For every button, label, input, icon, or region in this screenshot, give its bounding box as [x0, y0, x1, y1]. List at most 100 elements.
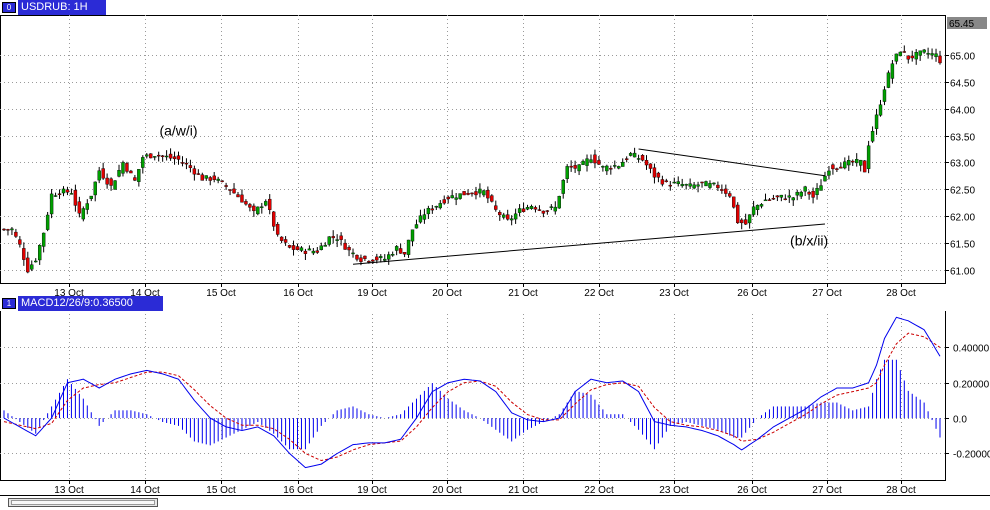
last-price-label: 65.45 — [949, 19, 974, 30]
candle-body — [609, 168, 613, 170]
candle-body — [383, 258, 387, 261]
candle-body — [910, 55, 914, 59]
candle-body — [398, 248, 403, 254]
candle-body — [819, 185, 823, 191]
y-tick-label: 64.00 — [950, 106, 975, 117]
candle-body — [767, 199, 772, 201]
x-tick-label: 28 Oct — [886, 485, 916, 496]
candle-body — [101, 168, 105, 179]
candle-body — [763, 199, 768, 202]
candle-body — [688, 183, 692, 187]
candle-body — [343, 242, 347, 250]
candle-body — [45, 214, 50, 230]
candle-body — [34, 260, 38, 263]
candle-body — [855, 159, 859, 164]
candle-body — [264, 201, 268, 206]
horizontal-scrollbar[interactable] — [8, 498, 158, 507]
pane-icon[interactable]: 0 — [2, 2, 16, 13]
x-tick-label: 27 Oct — [812, 485, 842, 496]
candle — [557, 195, 561, 209]
candle-body — [517, 208, 522, 213]
macd-y-tick-label: 0.20000 — [953, 380, 990, 391]
x-tick-label: 23 Oct — [659, 485, 689, 496]
candle-body — [204, 175, 208, 179]
scrollbar-thumb[interactable] — [11, 500, 155, 505]
candle-body — [533, 207, 538, 210]
candle-body — [696, 184, 700, 187]
candle-body — [77, 201, 82, 214]
candle-body — [478, 188, 482, 194]
candle-body — [926, 53, 930, 55]
candle — [275, 222, 280, 237]
candle-body — [466, 193, 470, 195]
candle-body — [886, 72, 891, 88]
candle-body — [462, 191, 466, 196]
candle-body — [454, 197, 458, 200]
candle-body — [743, 219, 748, 225]
candle-body — [339, 235, 343, 240]
macd-y-tick-label: -0.20000 — [953, 450, 990, 461]
candle-body — [561, 180, 565, 194]
candle-body — [442, 199, 446, 204]
y-tick-label: 61.00 — [950, 267, 975, 278]
candle-body — [323, 244, 327, 247]
candle-body — [256, 206, 260, 215]
candle-body — [541, 210, 546, 214]
x-tick-label: 21 Oct — [508, 485, 538, 496]
candle-body — [581, 160, 585, 165]
candle-body — [811, 190, 815, 198]
candle-body — [168, 153, 173, 159]
candle-body — [375, 256, 379, 261]
candle-body — [430, 208, 435, 211]
candle-body — [930, 53, 934, 56]
candle-body — [934, 53, 938, 58]
candle-body — [446, 196, 450, 200]
candle-body — [422, 214, 427, 220]
pane-icon[interactable]: 1 — [2, 298, 16, 309]
price-pane-header: 0 USDRUB: 1H — [0, 0, 990, 15]
wave-label: (b/x/ii) — [790, 232, 828, 248]
candle-body — [605, 165, 609, 172]
candle-body — [704, 181, 708, 187]
candle-body — [525, 207, 530, 210]
candle-body — [874, 114, 879, 129]
candle-body — [787, 195, 791, 198]
candle-body — [81, 208, 86, 220]
candle-body — [732, 196, 736, 208]
candle-body — [212, 175, 216, 180]
candle-body — [537, 209, 542, 211]
candle-body — [26, 257, 30, 273]
candle — [256, 206, 260, 216]
candle-body — [232, 188, 236, 194]
candle-body — [307, 248, 312, 251]
candle-body — [37, 244, 42, 261]
candle-body — [601, 166, 605, 168]
candle-body — [208, 177, 212, 181]
x-tick-label: 19 Oct — [357, 485, 387, 496]
candle-body — [545, 210, 550, 212]
candle-body — [823, 175, 827, 182]
candle — [704, 180, 708, 187]
candle-body — [105, 177, 109, 185]
candle-body — [851, 160, 855, 163]
candle-body — [252, 205, 256, 212]
candle-body — [692, 184, 696, 189]
candle-body — [184, 162, 189, 165]
candle-body — [680, 184, 684, 187]
candle — [81, 206, 86, 222]
candle-body — [474, 191, 478, 196]
candle-body — [287, 245, 292, 248]
candle-body — [347, 247, 351, 251]
x-tick-label: 14 Oct — [130, 485, 160, 496]
candle-body — [49, 193, 54, 215]
candle-body — [319, 245, 323, 251]
candle-body — [505, 214, 510, 220]
chart-canvas: 13 Oct13 Oct14 Oct14 Oct15 Oct15 Oct16 O… — [0, 0, 990, 496]
candle-body — [624, 158, 629, 160]
candle-body — [914, 52, 918, 60]
candle-body — [549, 206, 554, 208]
candle-body — [327, 236, 331, 245]
candle-body — [311, 250, 316, 254]
candle-body — [573, 165, 577, 169]
candle-body — [129, 170, 133, 174]
